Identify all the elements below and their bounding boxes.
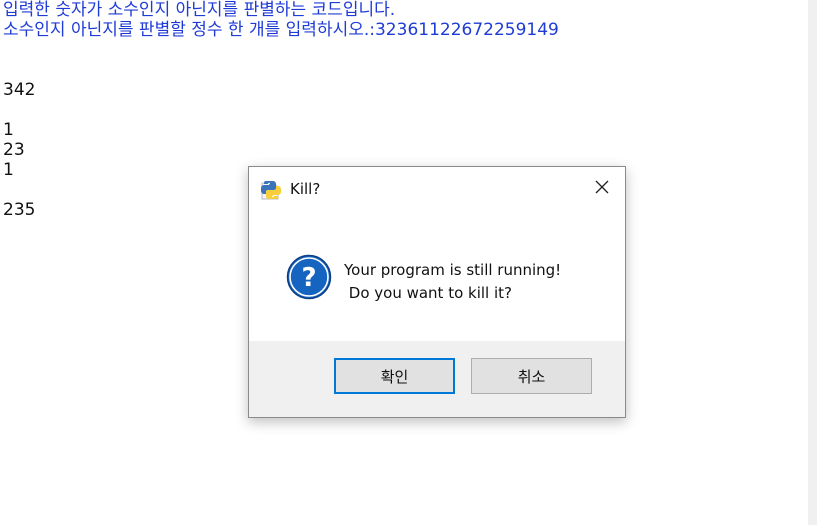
dialog-message: Your program is still running! Do you wa… bbox=[344, 259, 561, 305]
close-icon bbox=[594, 179, 610, 199]
console-line-output: 23 bbox=[3, 140, 25, 160]
close-button[interactable] bbox=[579, 167, 625, 211]
console-line-output: 1 bbox=[3, 160, 14, 180]
python-icon bbox=[259, 178, 283, 202]
console-line-output: 235 bbox=[3, 200, 36, 220]
cancel-button[interactable]: 취소 bbox=[471, 358, 592, 394]
svg-text:?: ? bbox=[301, 263, 316, 293]
message-line-1: Your program is still running! bbox=[344, 261, 562, 279]
console-line-output: 342 bbox=[3, 80, 36, 100]
ok-button[interactable]: 확인 bbox=[334, 358, 455, 394]
kill-dialog: Kill? ? Your program is still running! D… bbox=[248, 166, 626, 418]
dialog-titlebar[interactable]: Kill? bbox=[249, 167, 625, 211]
console-line-input-prompt: 소수인지 아닌지를 판별할 정수 한 개를 입력하시오.:32361122672… bbox=[3, 20, 559, 40]
question-icon: ? bbox=[286, 254, 332, 300]
vertical-scrollbar[interactable] bbox=[808, 0, 817, 525]
console-line-intro: 입력한 숫자가 소수인지 아닌지를 판별하는 코드입니다. bbox=[3, 0, 396, 20]
dialog-title: Kill? bbox=[290, 180, 321, 198]
dialog-button-bar: 확인 취소 bbox=[249, 341, 625, 417]
dialog-content: ? Your program is still running! Do you … bbox=[249, 211, 625, 341]
message-line-2: Do you want to kill it? bbox=[344, 284, 513, 302]
console-line-output: 1 bbox=[3, 120, 14, 140]
